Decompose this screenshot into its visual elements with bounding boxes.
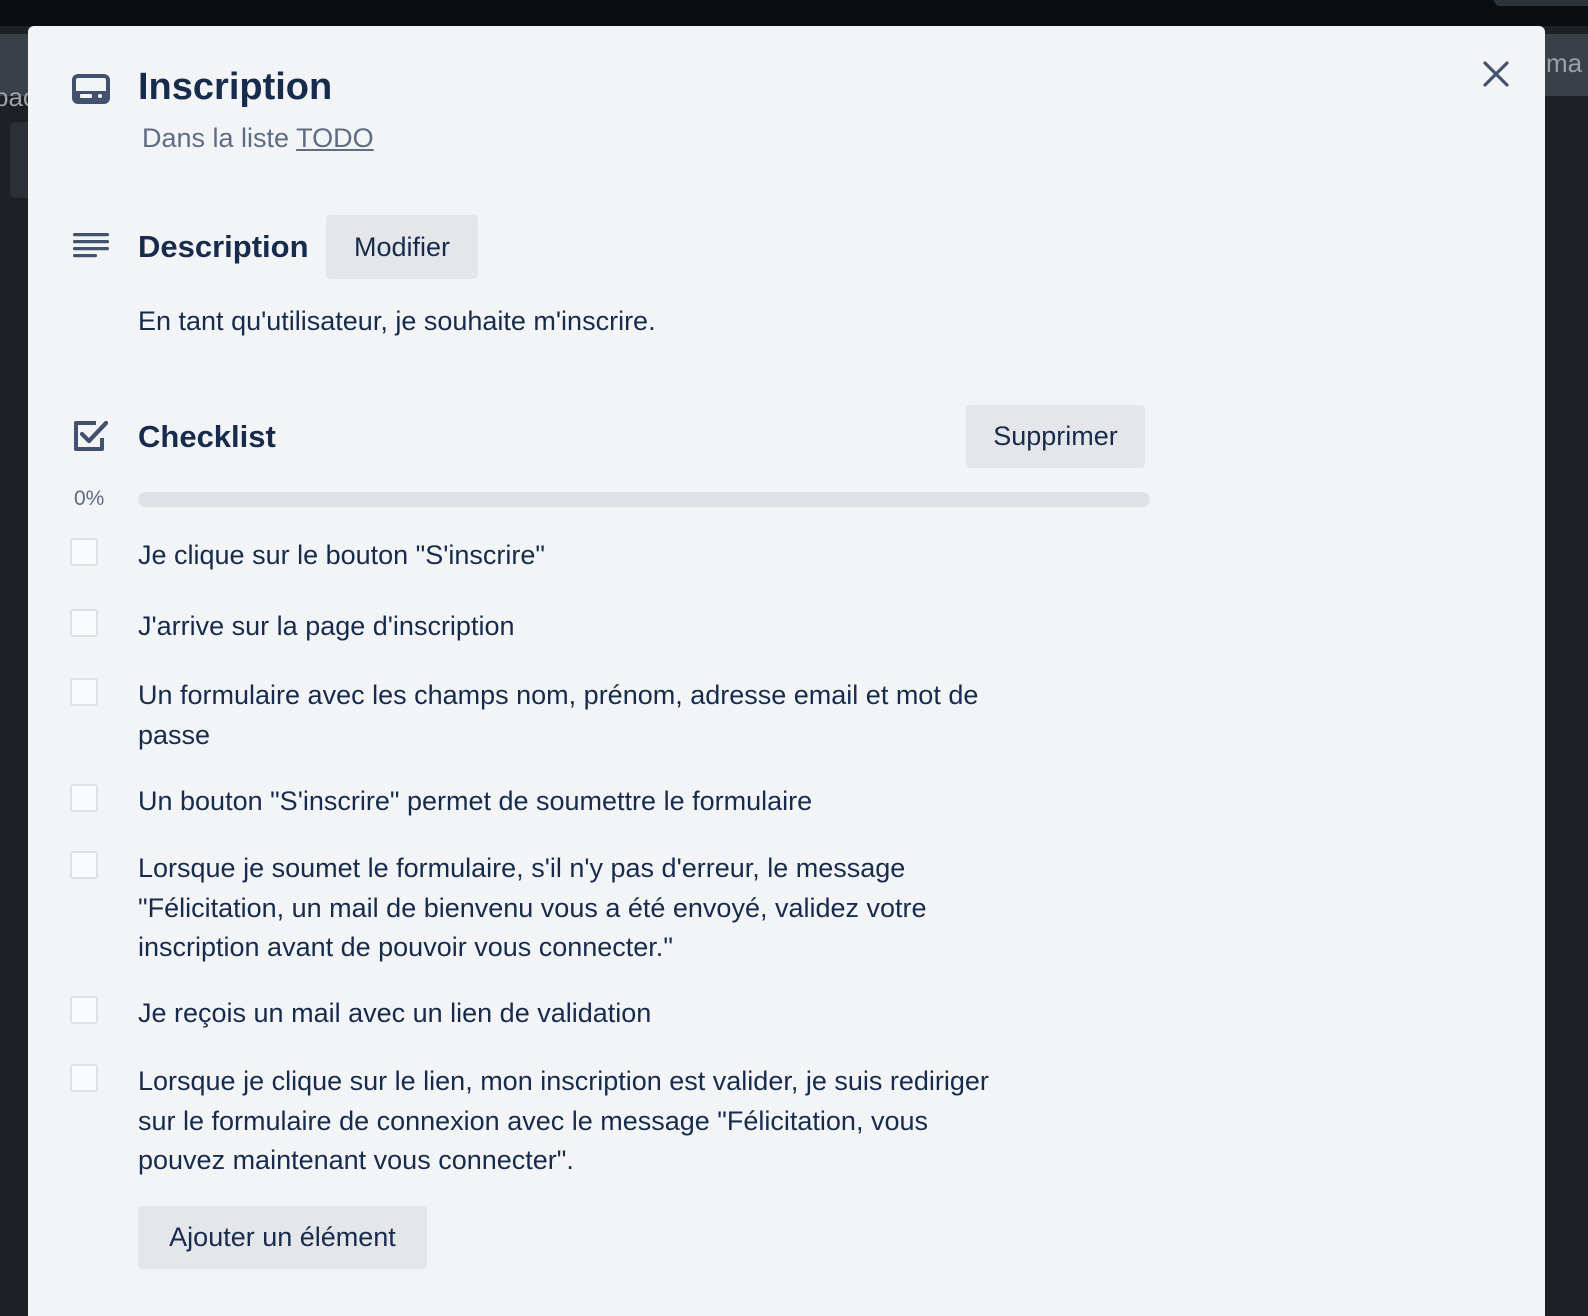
checkbox-icon [72,416,112,456]
description-icon [71,228,111,268]
card-icon [71,71,111,111]
board-left-card [10,122,28,198]
card-detail-modal: Inscription Dans la liste TODO Descripti… [28,26,1545,1316]
edit-description-button[interactable]: Modifier [326,215,478,279]
close-icon[interactable] [1476,54,1516,94]
checklist-item-checkbox[interactable] [70,1064,98,1092]
add-checklist-item-button[interactable]: Ajouter un élément [138,1206,427,1269]
board-left-list-header: pac [0,34,36,112]
checklist-item-checkbox[interactable] [70,678,98,706]
card-list-info: Dans la liste TODO [142,123,374,154]
checklist-progress-percent: 0% [74,487,105,510]
checklist-item-checkbox[interactable] [70,996,98,1024]
description-text[interactable]: En tant qu'utilisateur, je souhaite m'in… [138,306,656,337]
board-header-tab [1494,0,1588,6]
checklist-heading[interactable]: Checklist [138,419,276,455]
checklist-item-text[interactable]: Lorsque je soumet le formulaire, s'il n'… [138,849,998,968]
checklist-item-text[interactable]: J'arrive sur la page d'inscription [138,607,998,647]
board-header-bar [0,0,1588,26]
checklist-item-checkbox[interactable] [70,538,98,566]
checklist-item-text[interactable]: Un formulaire avec les champs nom, préno… [138,676,998,755]
checklist-item-checkbox[interactable] [70,784,98,812]
checklist-item-text[interactable]: Je clique sur le bouton "S'inscrire" [138,536,998,576]
checklist-item-text[interactable]: Un bouton "S'inscrire" permet de soumett… [138,782,998,822]
board-right-fragment: ma [1546,48,1583,78]
delete-checklist-button[interactable]: Supprimer [966,405,1145,468]
checklist-progress-bar [138,492,1150,507]
checklist-item-text[interactable]: Lorsque je clique sur le lien, mon inscr… [138,1062,998,1181]
card-list-prefix: Dans la liste [142,123,290,153]
checklist-item-text[interactable]: Je reçois un mail avec un lien de valida… [138,994,998,1034]
checklist-item-checkbox[interactable] [70,609,98,637]
description-heading: Description [138,229,309,264]
card-title[interactable]: Inscription [138,66,332,109]
checklist-item-checkbox[interactable] [70,851,98,879]
card-list-link[interactable]: TODO [296,123,374,153]
